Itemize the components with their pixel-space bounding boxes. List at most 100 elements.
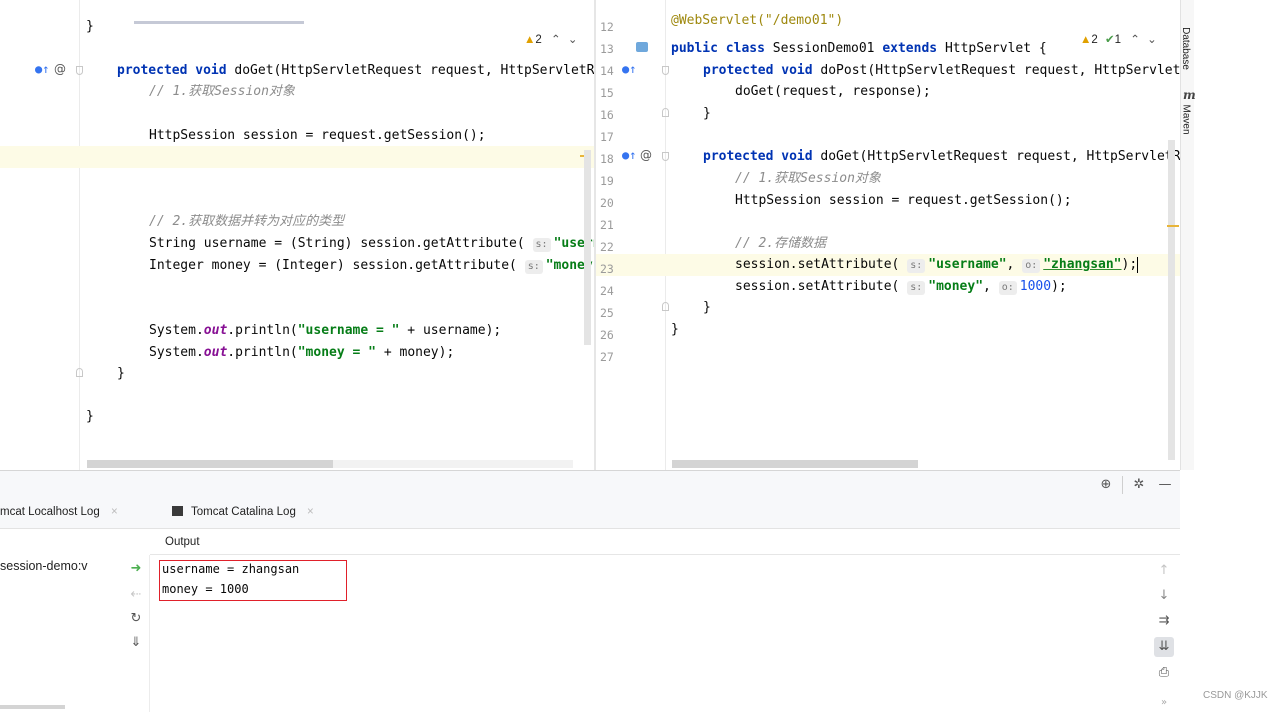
code-text: ); <box>1051 279 1067 294</box>
field-out: out <box>203 345 228 360</box>
annotation-at-icon[interactable]: @ <box>640 148 652 162</box>
output-header-bar <box>150 529 1180 555</box>
line-number: 15 <box>600 86 614 100</box>
overrides-method-icon[interactable]: ●↑ <box>622 62 636 76</box>
gear-icon[interactable]: ✲ <box>1131 477 1147 493</box>
run-servlet-icon[interactable] <box>636 42 648 52</box>
warning-count: 2 <box>1091 34 1098 46</box>
keyword: protected void <box>703 63 813 78</box>
right-tool-strip: Database m Maven <box>1179 0 1196 470</box>
close-icon[interactable]: × <box>307 506 314 518</box>
next-highlight-icon[interactable]: ⌄ <box>568 34 578 46</box>
string-literal: "username" <box>928 257 1007 272</box>
code-text: + username); <box>399 323 502 338</box>
up-arrow-icon[interactable]: ↑ <box>1156 563 1172 579</box>
code-text: + money); <box>376 345 455 360</box>
output-line: money = 1000 <box>162 582 249 596</box>
tab-label: Tomcat Catalina Log <box>191 506 296 518</box>
param-hint: s: <box>524 260 543 274</box>
right-comment-2: // 2.存储数据 <box>735 236 827 251</box>
line-number: 13 <box>600 42 614 56</box>
dopost-signature: protected void doPost(HttpServletRequest… <box>703 60 1180 82</box>
prev-highlight-icon[interactable]: ⌃ <box>1130 34 1140 46</box>
fold-marker-icon[interactable] <box>76 368 83 377</box>
fold-marker-icon[interactable] <box>662 108 669 117</box>
left-username-line: String username = (String) session.getAt… <box>149 233 601 255</box>
annotation-at-icon[interactable]: @ <box>54 62 66 76</box>
param-hint: o: <box>998 281 1017 295</box>
code-text: doGet(HttpServletRequest request, HttpSe… <box>812 149 1180 164</box>
service-tree-item[interactable]: session-demo:v <box>0 559 122 579</box>
inspection-widget[interactable]: ▲2 ✔1 ⌃ ⌄ <box>1080 32 1176 48</box>
line-number: 16 <box>600 108 614 122</box>
fold-marker-icon[interactable] <box>662 66 669 75</box>
code-text: HttpServlet { <box>937 41 1047 56</box>
line-number: 19 <box>600 174 614 188</box>
left-method-close: } <box>117 366 125 381</box>
down-arrow-icon[interactable]: ↓ <box>1156 588 1172 604</box>
overrides-method-icon[interactable]: ●↑ <box>622 148 636 162</box>
left-money-line: Integer money = (Integer) session.getAtt… <box>149 255 601 277</box>
left-line-close-brace: } <box>86 19 94 34</box>
right-comment-1: // 1.获取Session对象 <box>735 171 881 186</box>
left-doget-signature: protected void doGet(HttpServletRequest … <box>117 60 594 82</box>
class-name: SessionDemo01 <box>764 41 883 56</box>
settings-circle-icon[interactable]: ⊕ <box>1098 477 1114 493</box>
string-literal: "username = " <box>297 323 400 338</box>
left-horizontal-scrollbar[interactable] <box>87 460 333 468</box>
next-highlight-icon[interactable]: ⌄ <box>1147 34 1157 46</box>
code-text: doPost(HttpServletRequest request, HttpS… <box>812 63 1180 78</box>
right-horizontal-scrollbar[interactable] <box>672 460 918 468</box>
param-hint: s: <box>907 259 926 273</box>
soft-wrap-icon[interactable]: ⇉ <box>1156 613 1172 629</box>
maven-tool-tab[interactable]: m Maven <box>1181 88 1196 146</box>
field-out: out <box>203 323 228 338</box>
stop-icon[interactable]: ⇠ <box>128 587 144 603</box>
line-number: 23 <box>600 262 614 276</box>
tab-catalina-log[interactable]: Tomcat Catalina Log × <box>172 506 314 524</box>
tab-localhost-log[interactable]: mcat Localhost Log × <box>0 506 118 524</box>
database-tool-tab[interactable]: Database <box>1179 26 1195 74</box>
left-vertical-scrollbar[interactable] <box>584 150 591 345</box>
number-literal: 1000 <box>1019 279 1052 294</box>
hide-icon[interactable]: — <box>1157 477 1173 493</box>
bottom-scroll-stub <box>0 705 65 709</box>
right-editor[interactable]: 12 13 14 15 16 17 18 19 20 21 22 23 24 2… <box>596 0 1180 470</box>
keyword: extends <box>882 41 938 56</box>
left-print-money: System.out.println("money = " + money); <box>149 342 454 364</box>
restart-icon[interactable]: ↻ <box>128 611 144 627</box>
print-icon[interactable]: ⎙ <box>1156 665 1172 681</box>
divider <box>1122 476 1123 494</box>
overrides-method-icon[interactable]: ●↑ <box>35 62 49 76</box>
close-icon[interactable]: × <box>111 506 118 518</box>
watermark: CSDN @KJJK <box>1203 690 1268 701</box>
right-vertical-scrollbar[interactable] <box>1168 140 1175 460</box>
param-hint: o: <box>1022 259 1041 273</box>
left-editor[interactable]: ▲2 ⌃ ⌄ ●↑ @ } protected void doGet(HttpS… <box>0 0 601 470</box>
class-close: } <box>671 322 679 337</box>
weak-warning-count: 1 <box>1114 34 1122 46</box>
fold-marker-icon[interactable] <box>76 66 83 75</box>
more-icon[interactable]: » <box>1156 695 1172 711</box>
doget-close: } <box>703 300 711 315</box>
code-text: ); <box>1121 257 1138 272</box>
fold-marker-icon[interactable] <box>662 152 669 161</box>
scroll-to-end-icon[interactable]: ⇊ <box>1154 637 1174 657</box>
fold-marker-icon[interactable] <box>662 302 669 311</box>
modifier-keywords: protected void <box>117 63 227 78</box>
warning-icon: ▲ <box>1080 34 1092 46</box>
warning-count: 2 <box>535 34 542 46</box>
inspection-widget[interactable]: ▲2 ⌃ ⌄ <box>524 32 588 48</box>
caret-row-highlight <box>0 146 594 168</box>
maven-icon: m <box>1183 88 1196 102</box>
dump-icon[interactable]: ⇓ <box>128 635 144 651</box>
console-output[interactable]: username = zhangsan money = 1000 <box>162 559 299 599</box>
rerun-icon[interactable]: ➜ <box>128 561 144 577</box>
database-tab-label: Database <box>1179 27 1191 70</box>
code-text: String username = (String) session.getAt… <box>149 236 525 251</box>
dopost-body: doGet(request, response); <box>735 84 931 99</box>
left-session-line: HttpSession session = request.getSession… <box>149 128 486 143</box>
set-username-line: session.setAttribute( s: "username", o: "z… <box>735 254 1139 276</box>
prev-highlight-icon[interactable]: ⌃ <box>551 34 561 46</box>
code-text: Integer money = (Integer) session.getAtt… <box>149 258 517 273</box>
